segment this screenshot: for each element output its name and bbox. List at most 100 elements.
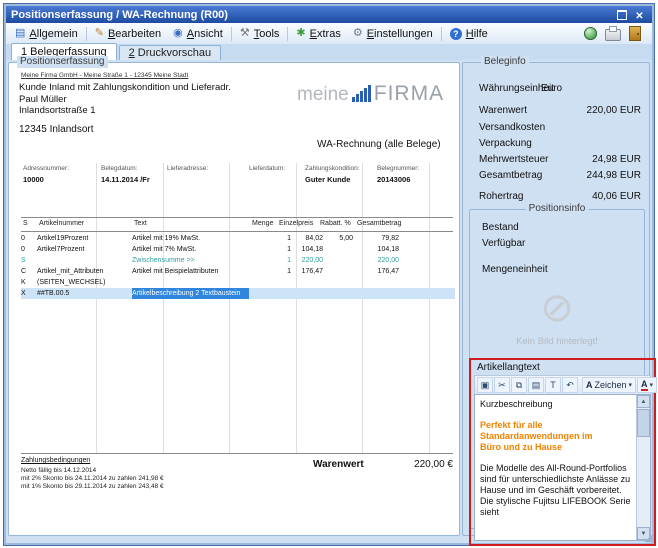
menu-item-ansicht[interactable]: ◉ Ansicht [167, 26, 229, 42]
extras-icon: ✱ [296, 28, 305, 39]
cell-menge: 1 [249, 244, 293, 255]
column-header-einzelpreis: Einzelpreis [279, 220, 313, 227]
gear-icon: ⚙ [353, 28, 363, 39]
column-header-rabatt: Rabatt. % [320, 220, 351, 227]
table-row[interactable]: 0 Artikel7Prozent Artikel mit 7% MwSt. 1… [21, 244, 455, 255]
undo-button[interactable]: ↶ [562, 377, 578, 393]
field-value-belegnummer[interactable]: 20143006 [377, 175, 410, 184]
field-label-verfuegbar: Verfügbar [482, 238, 525, 249]
chevron-down-icon: ▾ [650, 381, 654, 389]
print-icon[interactable] [605, 29, 621, 41]
panel-caption: Positionsinfo [526, 203, 589, 215]
table-row-selected[interactable]: X ##TB.00.5 Artikelbeschreibung 2 Textba… [21, 288, 455, 299]
field-value-zahlungskondition[interactable]: Guter Kunde [305, 175, 350, 184]
logo-word: FIRMA [374, 85, 444, 103]
globe-icon[interactable] [584, 27, 597, 40]
field-label-mengeneinheit: Mengeneinheit [482, 264, 548, 275]
zeichen-format-button[interactable]: A Zeichen ▾ [582, 377, 636, 393]
grid-line [296, 163, 297, 453]
exit-icon[interactable] [629, 26, 641, 41]
cell-s: S [21, 255, 37, 266]
insert-image-icon: ▣ [481, 380, 490, 391]
grid-line [429, 163, 430, 453]
menu-bar: ▤ Allgemein ✎ Bearbeiten ◉ Ansicht ⚒ Too… [6, 23, 652, 45]
scroll-up-button[interactable] [637, 395, 650, 408]
no-image-text: Kein Bild hinterlegt! [476, 336, 638, 347]
menu-item-label: Einstellungen [367, 28, 433, 40]
insert-image-button[interactable]: ▣ [477, 377, 493, 393]
customer-contact: Paul Müller [19, 94, 67, 105]
font-color-button[interactable]: A ▾ [637, 377, 657, 393]
menu-item-einstellungen[interactable]: ⚙ Einstellungen [347, 26, 439, 42]
cell-rabatt [325, 244, 355, 255]
table-rule [21, 453, 453, 454]
beleginfo-row: Warenwert 220,00 EUR [479, 105, 641, 117]
tab-druckvorschau[interactable]: 2 Druckvorschau [119, 45, 222, 60]
scrollbar-thumb[interactable] [637, 409, 650, 437]
field-label-zahlungskondition: Zahlungskondition: [305, 165, 360, 172]
insert-text-icon: T [550, 380, 556, 390]
total-label: Warenwert [313, 459, 364, 470]
menu-item-label: Allgemein [29, 28, 77, 40]
cell-text: Artikel mit 7% MwSt. [132, 244, 249, 255]
tab-label: 2 Druckvorschau [129, 47, 212, 59]
beleginfo-row: Gesamtbetrag 244,98 EUR [479, 170, 641, 182]
customer-name: Kunde Inland mit Zahlungskondition und L… [19, 82, 231, 93]
paste-button[interactable]: ▤ [528, 377, 544, 393]
cell-artikelnummer: Artikel_mit_Attributen [37, 266, 132, 277]
cut-button[interactable]: ✂ [494, 377, 510, 393]
cell-gesamtbetrag: 79,82 [355, 233, 401, 244]
table-row[interactable]: K (SEITEN_WECHSEL) [21, 277, 455, 288]
cell-text: Artikel mit Beispielattributen [132, 266, 249, 277]
logo-bars-icon [352, 85, 371, 103]
undo-icon: ↶ [566, 380, 574, 391]
payment-terms-line: mit 2% Skonto bis 24.11.2014 zu zahlen 2… [21, 475, 164, 482]
field-value-adressnummer[interactable]: 10000 [23, 175, 44, 184]
column-header-s: S [23, 220, 28, 227]
cell-einzelpreis [293, 288, 325, 299]
maximize-button[interactable] [614, 8, 629, 21]
menu-item-extras[interactable]: ✱ Extras [290, 26, 346, 42]
langtext-highlight: Perfekt für alle Standardanwendungen im … [480, 420, 602, 453]
cell-artikelnummer: Artikel19Prozent [37, 233, 132, 244]
beleginfo-row: Währungseinheit Euro [479, 83, 641, 95]
copy-button[interactable]: ⧉ [511, 377, 527, 393]
resize-grip[interactable]: ◢ [644, 534, 652, 544]
menu-item-allgemein[interactable]: ▤ Allgemein [9, 26, 84, 42]
field-label: Warenwert [479, 105, 527, 116]
table-row[interactable]: 0 Artikel19Prozent Artikel mit 19% MwSt.… [21, 233, 455, 244]
insert-text-button[interactable]: T [545, 377, 561, 393]
cell-einzelpreis: 84,02 [293, 233, 325, 244]
langtext-caption: Artikellangtext [477, 362, 540, 373]
field-label: Versandkosten [479, 122, 545, 133]
langtext-body: Die Modelle des All-Round-Portfolios sin… [480, 463, 632, 518]
table-row-subtotal[interactable]: S Zwischensumme >> 1 220,00 220,00 [21, 255, 455, 266]
menu-separator [287, 27, 288, 41]
field-label: Rohertrag [479, 191, 523, 202]
paste-icon: ▤ [532, 380, 541, 391]
menu-item-bearbeiten[interactable]: ✎ Bearbeiten [89, 26, 167, 42]
grid-line [163, 163, 164, 453]
langtext-editor[interactable]: Kurzbeschreibung Perfekt für alle Standa… [475, 395, 637, 540]
table-row[interactable]: C Artikel_mit_Attributen Artikel mit Bei… [21, 266, 455, 277]
menu-item-hilfe[interactable]: ? Hilfe [444, 26, 494, 42]
langtext-scrollbar[interactable] [636, 395, 650, 540]
cell-s: C [21, 266, 37, 277]
no-image-icon: ⊘ [476, 280, 638, 336]
field-value: 220,00 EUR [541, 105, 641, 116]
customer-city: 12345 Inlandsort [19, 124, 94, 135]
payment-terms-heading: Zahlungsbedingungen [21, 457, 90, 464]
close-button[interactable] [632, 8, 647, 21]
field-label-bestand: Bestand [482, 222, 519, 233]
menu-item-label: Hilfe [466, 28, 488, 40]
grid-line [229, 163, 230, 453]
menu-right-icons [584, 26, 649, 41]
column-header-text: Text [134, 220, 147, 227]
column-header-gesamtbetrag: Gesamtbetrag [357, 220, 401, 227]
table-rule [21, 217, 453, 218]
menu-item-tools[interactable]: ⚒ Tools [234, 26, 286, 42]
cell-einzelpreis: 176,47 [293, 266, 325, 277]
field-value-belegdatum[interactable]: 14.11.2014 /Fr [101, 175, 150, 184]
field-label-belegnummer: Belegnummer: [377, 165, 419, 172]
help-icon: ? [450, 28, 462, 40]
